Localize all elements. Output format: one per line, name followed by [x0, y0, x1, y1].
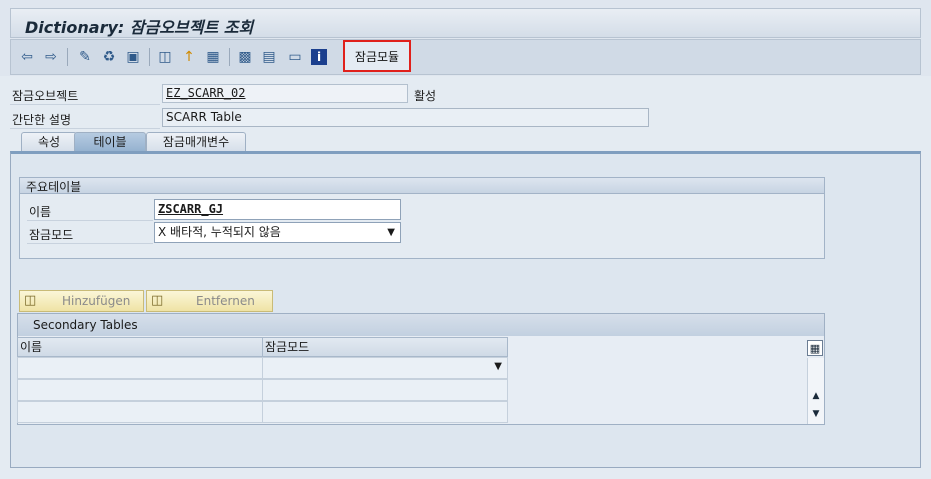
object-list-icon[interactable]: ▦ — [203, 47, 223, 67]
page-title: Dictionary: 잠금오브젝트 조회 — [25, 18, 254, 37]
other-object-icon[interactable]: ✎ — [75, 47, 95, 67]
remove-button[interactable]: ◫ Entfernen — [146, 290, 273, 312]
tab-tables[interactable]: 테이블 — [74, 132, 146, 152]
display-object-icon[interactable]: ▭ — [285, 47, 305, 67]
info-icon[interactable]: i — [311, 49, 327, 65]
secondary-tables-title: Secondary Tables — [33, 318, 138, 332]
back-icon[interactable]: ⇦ — [17, 47, 37, 67]
tab-attributes[interactable]: 속성 — [21, 132, 77, 152]
lock-mode-label: 잠금모드 — [29, 228, 74, 242]
toolbar-separator — [229, 48, 230, 66]
where-used-icon[interactable]: ◫ — [155, 47, 175, 67]
hierarchy-icon[interactable]: ▩ — [235, 47, 255, 67]
remove-button-label: Entfernen — [196, 294, 255, 308]
lock-mode-value: X 배타적, 누적되지 않음 — [158, 225, 281, 239]
toolbar-separator — [149, 48, 150, 66]
add-button[interactable]: ◫ Hinzufügen — [19, 290, 144, 312]
status-text: 활성 — [414, 89, 437, 103]
table-cell[interactable] — [17, 401, 263, 423]
position-icon[interactable]: ↑ — [179, 47, 199, 67]
chevron-down-icon[interactable]: ▼ — [387, 223, 395, 242]
lock-mode-select[interactable]: X 배타적, 누적되지 않음 ▼ — [154, 222, 401, 243]
table-cell-select[interactable]: ▼ — [262, 357, 508, 379]
divider — [10, 128, 160, 129]
lock-module-button[interactable]: 잠금모듈 — [343, 40, 411, 72]
scroll-up-icon[interactable]: ▲ — [808, 388, 824, 404]
table-settings-icon[interactable]: ▦ — [807, 340, 823, 356]
lock-object-field[interactable]: EZ_SCARR_02 — [162, 84, 408, 103]
table-cell[interactable] — [262, 379, 508, 401]
divider — [27, 220, 153, 221]
group-title: 주요테이블 — [26, 180, 82, 194]
table-cell[interactable] — [262, 401, 508, 423]
toolbar-separator — [67, 48, 68, 66]
add-row-icon: ◫ — [24, 293, 37, 308]
forward-icon[interactable]: ⇨ — [41, 47, 61, 67]
application-toolbar: ⇦ ⇨ ✎ ♻ ▣ ◫ ↑ ▦ ▩ ▤ ▭ i 잠금모듈 — [10, 39, 921, 75]
column-header-lock-mode[interactable]: 잠금모드 — [262, 337, 508, 357]
divider — [10, 104, 160, 105]
remove-row-icon: ◫ — [151, 293, 164, 308]
short-desc-field[interactable]: SCARR Table — [162, 108, 649, 127]
lock-object-label: 잠금오브젝트 — [12, 89, 79, 103]
print-icon[interactable]: ▤ — [259, 47, 279, 67]
short-desc-label: 간단한 설명 — [12, 113, 72, 127]
secondary-tables-title-bar: Secondary Tables — [18, 314, 824, 336]
scroll-down-icon[interactable]: ▼ — [808, 406, 824, 422]
display-change-icon[interactable]: ♻ — [99, 47, 119, 67]
divider — [27, 243, 153, 244]
primary-table-group-header: 주요테이블 — [19, 177, 825, 194]
primary-name-label: 이름 — [29, 205, 52, 219]
chevron-down-icon[interactable]: ▼ — [494, 361, 502, 372]
title-bar: Dictionary: 잠금오브젝트 조회 — [10, 8, 921, 38]
table-cell[interactable] — [17, 357, 263, 379]
tab-lock-parameters[interactable]: 잠금매개변수 — [146, 132, 246, 152]
column-header-name[interactable]: 이름 — [17, 337, 263, 357]
add-button-label: Hinzufügen — [62, 294, 131, 308]
activate-icon[interactable]: ▣ — [123, 47, 143, 67]
primary-name-field[interactable]: ZSCARR_GJ — [154, 199, 401, 220]
table-cell[interactable] — [17, 379, 263, 401]
